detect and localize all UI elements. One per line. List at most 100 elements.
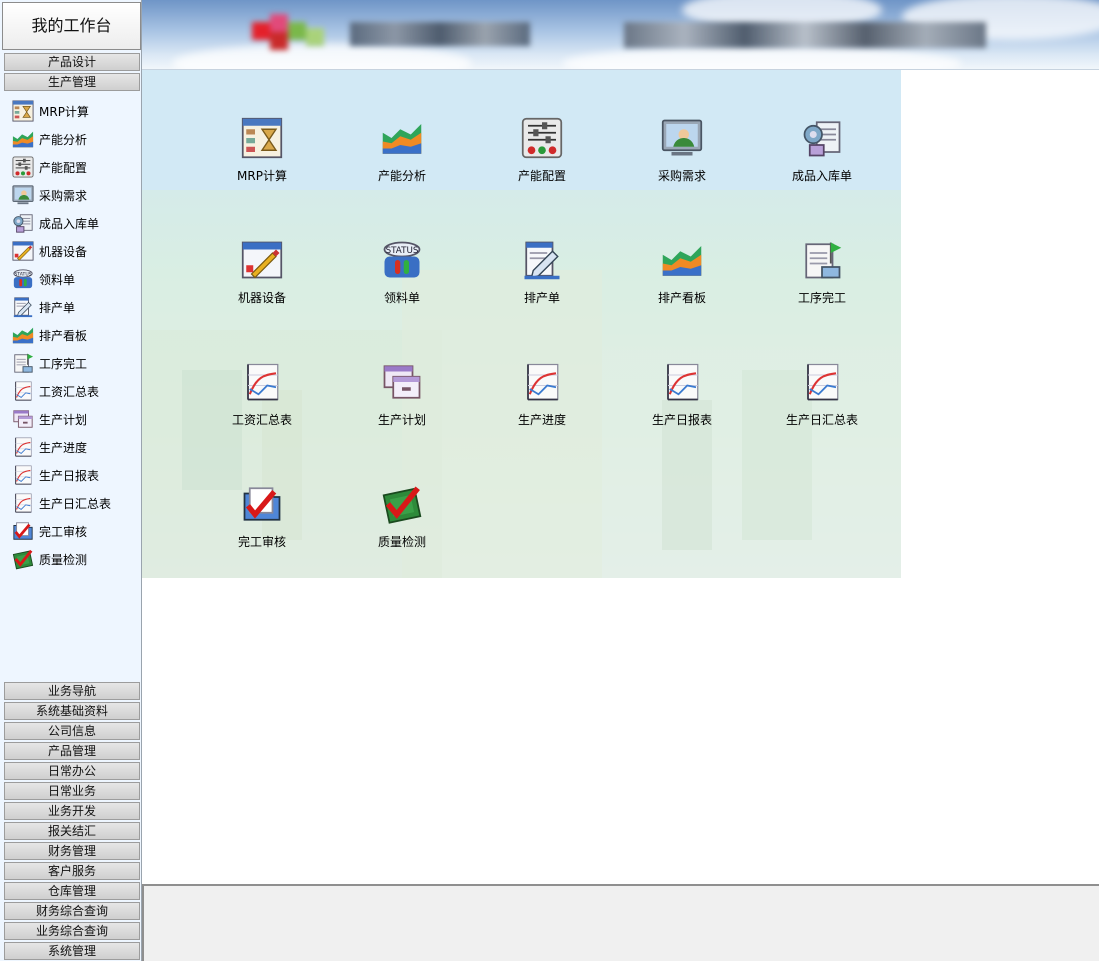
area-chart-icon <box>381 117 423 159</box>
sidebar-item-list: MRP计算产能分析产能配置采购需求成品入库单机器设备 STATUS 领料单排产单排产… <box>4 94 140 682</box>
pen-window-icon <box>12 240 34 262</box>
desktop-tile[interactable]: 生产计划 <box>347 361 457 451</box>
svg-text:STATUS: STATUS <box>14 271 31 277</box>
desktop-tile[interactable]: 生产进度 <box>487 361 597 451</box>
sidebar-item[interactable]: 工资汇总表 <box>12 379 99 403</box>
sidebar-item-label: 排产单 <box>39 300 76 315</box>
window-stack-icon <box>12 408 34 430</box>
desktop-tile[interactable]: 工序完工 <box>767 239 877 329</box>
sidebar-item[interactable]: 排产看板 <box>12 323 87 347</box>
category-button[interactable]: 财务综合查询 <box>4 902 140 920</box>
sidebar-item-label: 机器设备 <box>39 244 88 259</box>
category-button[interactable]: 日常业务 <box>4 782 140 800</box>
status-icon: STATUS <box>381 239 423 281</box>
sidebar-item[interactable]: STATUS 领料单 <box>12 267 75 291</box>
category-button[interactable]: 客户服务 <box>4 862 140 880</box>
category-button[interactable]: 仓库管理 <box>4 882 140 900</box>
category-button[interactable]: 生产管理 <box>4 73 140 91</box>
sidebar-item-label: 生产进度 <box>39 440 88 455</box>
sidebar-item[interactable]: 采购需求 <box>12 183 87 207</box>
window-stack-icon <box>381 361 423 403</box>
desktop-tile[interactable]: 成品入库单 <box>767 117 877 207</box>
desktop-tile-label: 成品入库单 <box>791 169 852 183</box>
sliders-icon <box>12 156 34 178</box>
desktop-tile[interactable]: 生产日报表 <box>627 361 737 451</box>
warehouse-doc-icon <box>12 212 34 234</box>
sidebar-item-label: 产能配置 <box>39 160 88 175</box>
company-logo <box>252 14 324 50</box>
sidebar-item[interactable]: 成品入库单 <box>12 211 99 235</box>
desktop-tile[interactable]: 排产看板 <box>627 239 737 329</box>
desktop-tile[interactable]: 排产单 <box>487 239 597 329</box>
category-button[interactable]: 业务综合查询 <box>4 922 140 940</box>
flag-doc-icon <box>801 239 843 281</box>
sidebar-item-label: MRP计算 <box>39 104 89 119</box>
sidebar-item-label: 质量检测 <box>39 552 88 567</box>
category-button[interactable]: 业务开发 <box>4 802 140 820</box>
desktop-tile-label: 生产日汇总表 <box>785 413 858 427</box>
line-chart-icon <box>12 380 34 402</box>
status-icon: STATUS <box>12 268 34 290</box>
sidebar-item[interactable]: 完工审核 <box>12 519 87 543</box>
category-button[interactable]: 公司信息 <box>4 722 140 740</box>
sidebar-item[interactable]: 产能配置 <box>12 155 87 179</box>
sidebar-item[interactable]: 排产单 <box>12 295 75 319</box>
workbench-title[interactable]: 我的工作台 <box>2 2 141 50</box>
hourglass-report-icon <box>241 117 283 159</box>
company-name-redacted <box>350 22 530 46</box>
desktop-tile[interactable]: 完工审核 <box>207 483 317 573</box>
category-button[interactable]: 日常办公 <box>4 762 140 780</box>
edit-doc-icon <box>12 296 34 318</box>
desktop-tile-label: 排产单 <box>523 291 560 305</box>
sidebar-item-label: 领料单 <box>39 272 76 287</box>
sidebar-item-label: 生产日汇总表 <box>39 496 112 511</box>
desktop-tile-label: 生产进度 <box>517 413 566 427</box>
category-button[interactable]: 产品管理 <box>4 742 140 760</box>
category-button[interactable]: 产品设计 <box>4 53 140 71</box>
category-button[interactable]: 系统管理 <box>4 942 140 960</box>
sidebar-item[interactable]: 工序完工 <box>12 351 87 375</box>
line-chart-icon <box>12 436 34 458</box>
desktop-tile-label: 工序完工 <box>797 291 846 305</box>
sidebar-item[interactable]: 生产日报表 <box>12 463 99 487</box>
sidebar-item[interactable]: 机器设备 <box>12 239 87 263</box>
desktop-area: MRP计算 产能分析 产能配置 采购需求 成品入库单机器设备 STATUS 领料单 排产单 排产… <box>142 70 901 578</box>
category-button[interactable]: 业务导航 <box>4 682 140 700</box>
desktop-tile[interactable]: 产能配置 <box>487 117 597 207</box>
sidebar-item-label: 成品入库单 <box>39 216 100 231</box>
pen-window-icon <box>241 239 283 281</box>
desktop-tile-label: 工资汇总表 <box>231 413 292 427</box>
warehouse-doc-icon <box>801 117 843 159</box>
desktop-tile-label: 产能配置 <box>517 169 566 183</box>
category-button[interactable]: 财务管理 <box>4 842 140 860</box>
line-chart-icon <box>12 464 34 486</box>
desktop-tile-label: 采购需求 <box>657 169 706 183</box>
desktop-tile[interactable]: 机器设备 <box>207 239 317 329</box>
desktop-tile-label: 质量检测 <box>377 535 426 549</box>
sidebar-item[interactable]: 生产进度 <box>12 435 87 459</box>
desktop-tile-label: 生产日报表 <box>651 413 712 427</box>
sidebar-item[interactable]: 生产日汇总表 <box>12 491 111 515</box>
area-chart-icon <box>661 239 703 281</box>
sidebar-item-label: 排产看板 <box>39 328 88 343</box>
desktop-tile-label: MRP计算 <box>237 169 287 183</box>
svg-text:STATUS: STATUS <box>386 246 419 256</box>
desktop-tile[interactable]: 生产日汇总表 <box>767 361 877 451</box>
sidebar-item[interactable]: 产能分析 <box>12 127 87 151</box>
sliders-icon <box>521 117 563 159</box>
area-chart-icon <box>12 324 34 346</box>
header-banner <box>142 0 1099 70</box>
desktop-tile[interactable]: 工资汇总表 <box>207 361 317 451</box>
desktop-tile[interactable]: 产能分析 <box>347 117 457 207</box>
desktop-tile[interactable]: 质量检测 <box>347 483 457 573</box>
sidebar-item[interactable]: 生产计划 <box>12 407 87 431</box>
category-button[interactable]: 报关结汇 <box>4 822 140 840</box>
desktop-tile[interactable]: STATUS 领料单 <box>347 239 457 329</box>
category-button[interactable]: 系统基础资料 <box>4 702 140 720</box>
sidebar-item[interactable]: MRP计算 <box>12 99 89 123</box>
desktop-tile[interactable]: 采购需求 <box>627 117 737 207</box>
desktop-tile[interactable]: MRP计算 <box>207 117 317 207</box>
user-monitor-icon <box>12 184 34 206</box>
sidebar-item[interactable]: 质量检测 <box>12 547 87 571</box>
check-folder-icon <box>12 520 34 542</box>
